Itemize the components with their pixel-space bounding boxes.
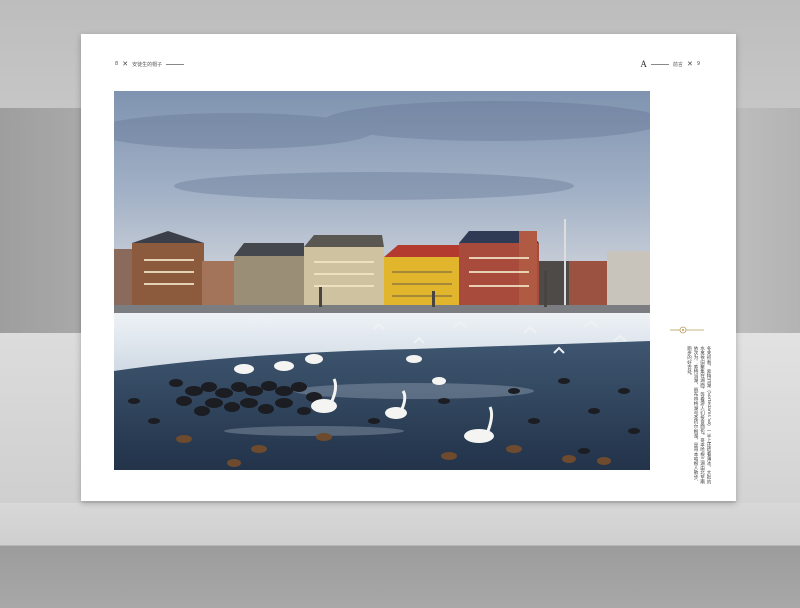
backdrop-left-floor: [0, 333, 82, 503]
book-spread: 8 ✕ 安徒生的帽子 A 前言 ✕ 9 冬末初春，索特当湖（Sortedams …: [81, 34, 736, 501]
running-header-right: A 前言 ✕ 9: [640, 59, 700, 69]
running-header-left: 8 ✕ 安徒生的帽子: [115, 60, 185, 68]
backdrop-right-wall: [736, 108, 800, 333]
backdrop-bottom: [0, 503, 800, 608]
backdrop-right-floor: [736, 333, 800, 503]
backdrop-left-wall: [0, 108, 82, 333]
lake-photo: [114, 91, 650, 470]
header-rule: [166, 63, 185, 65]
right-running-title: 前言: [672, 61, 683, 68]
right-page-number: 9: [696, 61, 700, 67]
ornament-icon: [670, 326, 704, 334]
left-running-title: 安徒生的帽子: [132, 61, 163, 68]
header-rule: [650, 63, 669, 65]
photo-caption: 冬末初春，索特当湖（Sortedams Sø）一半上还结着薄冰，大批的水禽依旧聚…: [686, 346, 712, 484]
chapter-letter: A: [640, 59, 647, 69]
left-page-number: 8: [115, 61, 119, 67]
cross-icon: ✕: [122, 60, 129, 68]
cross-icon: ✕: [686, 60, 693, 68]
lake-photo-illustration: [114, 91, 650, 470]
